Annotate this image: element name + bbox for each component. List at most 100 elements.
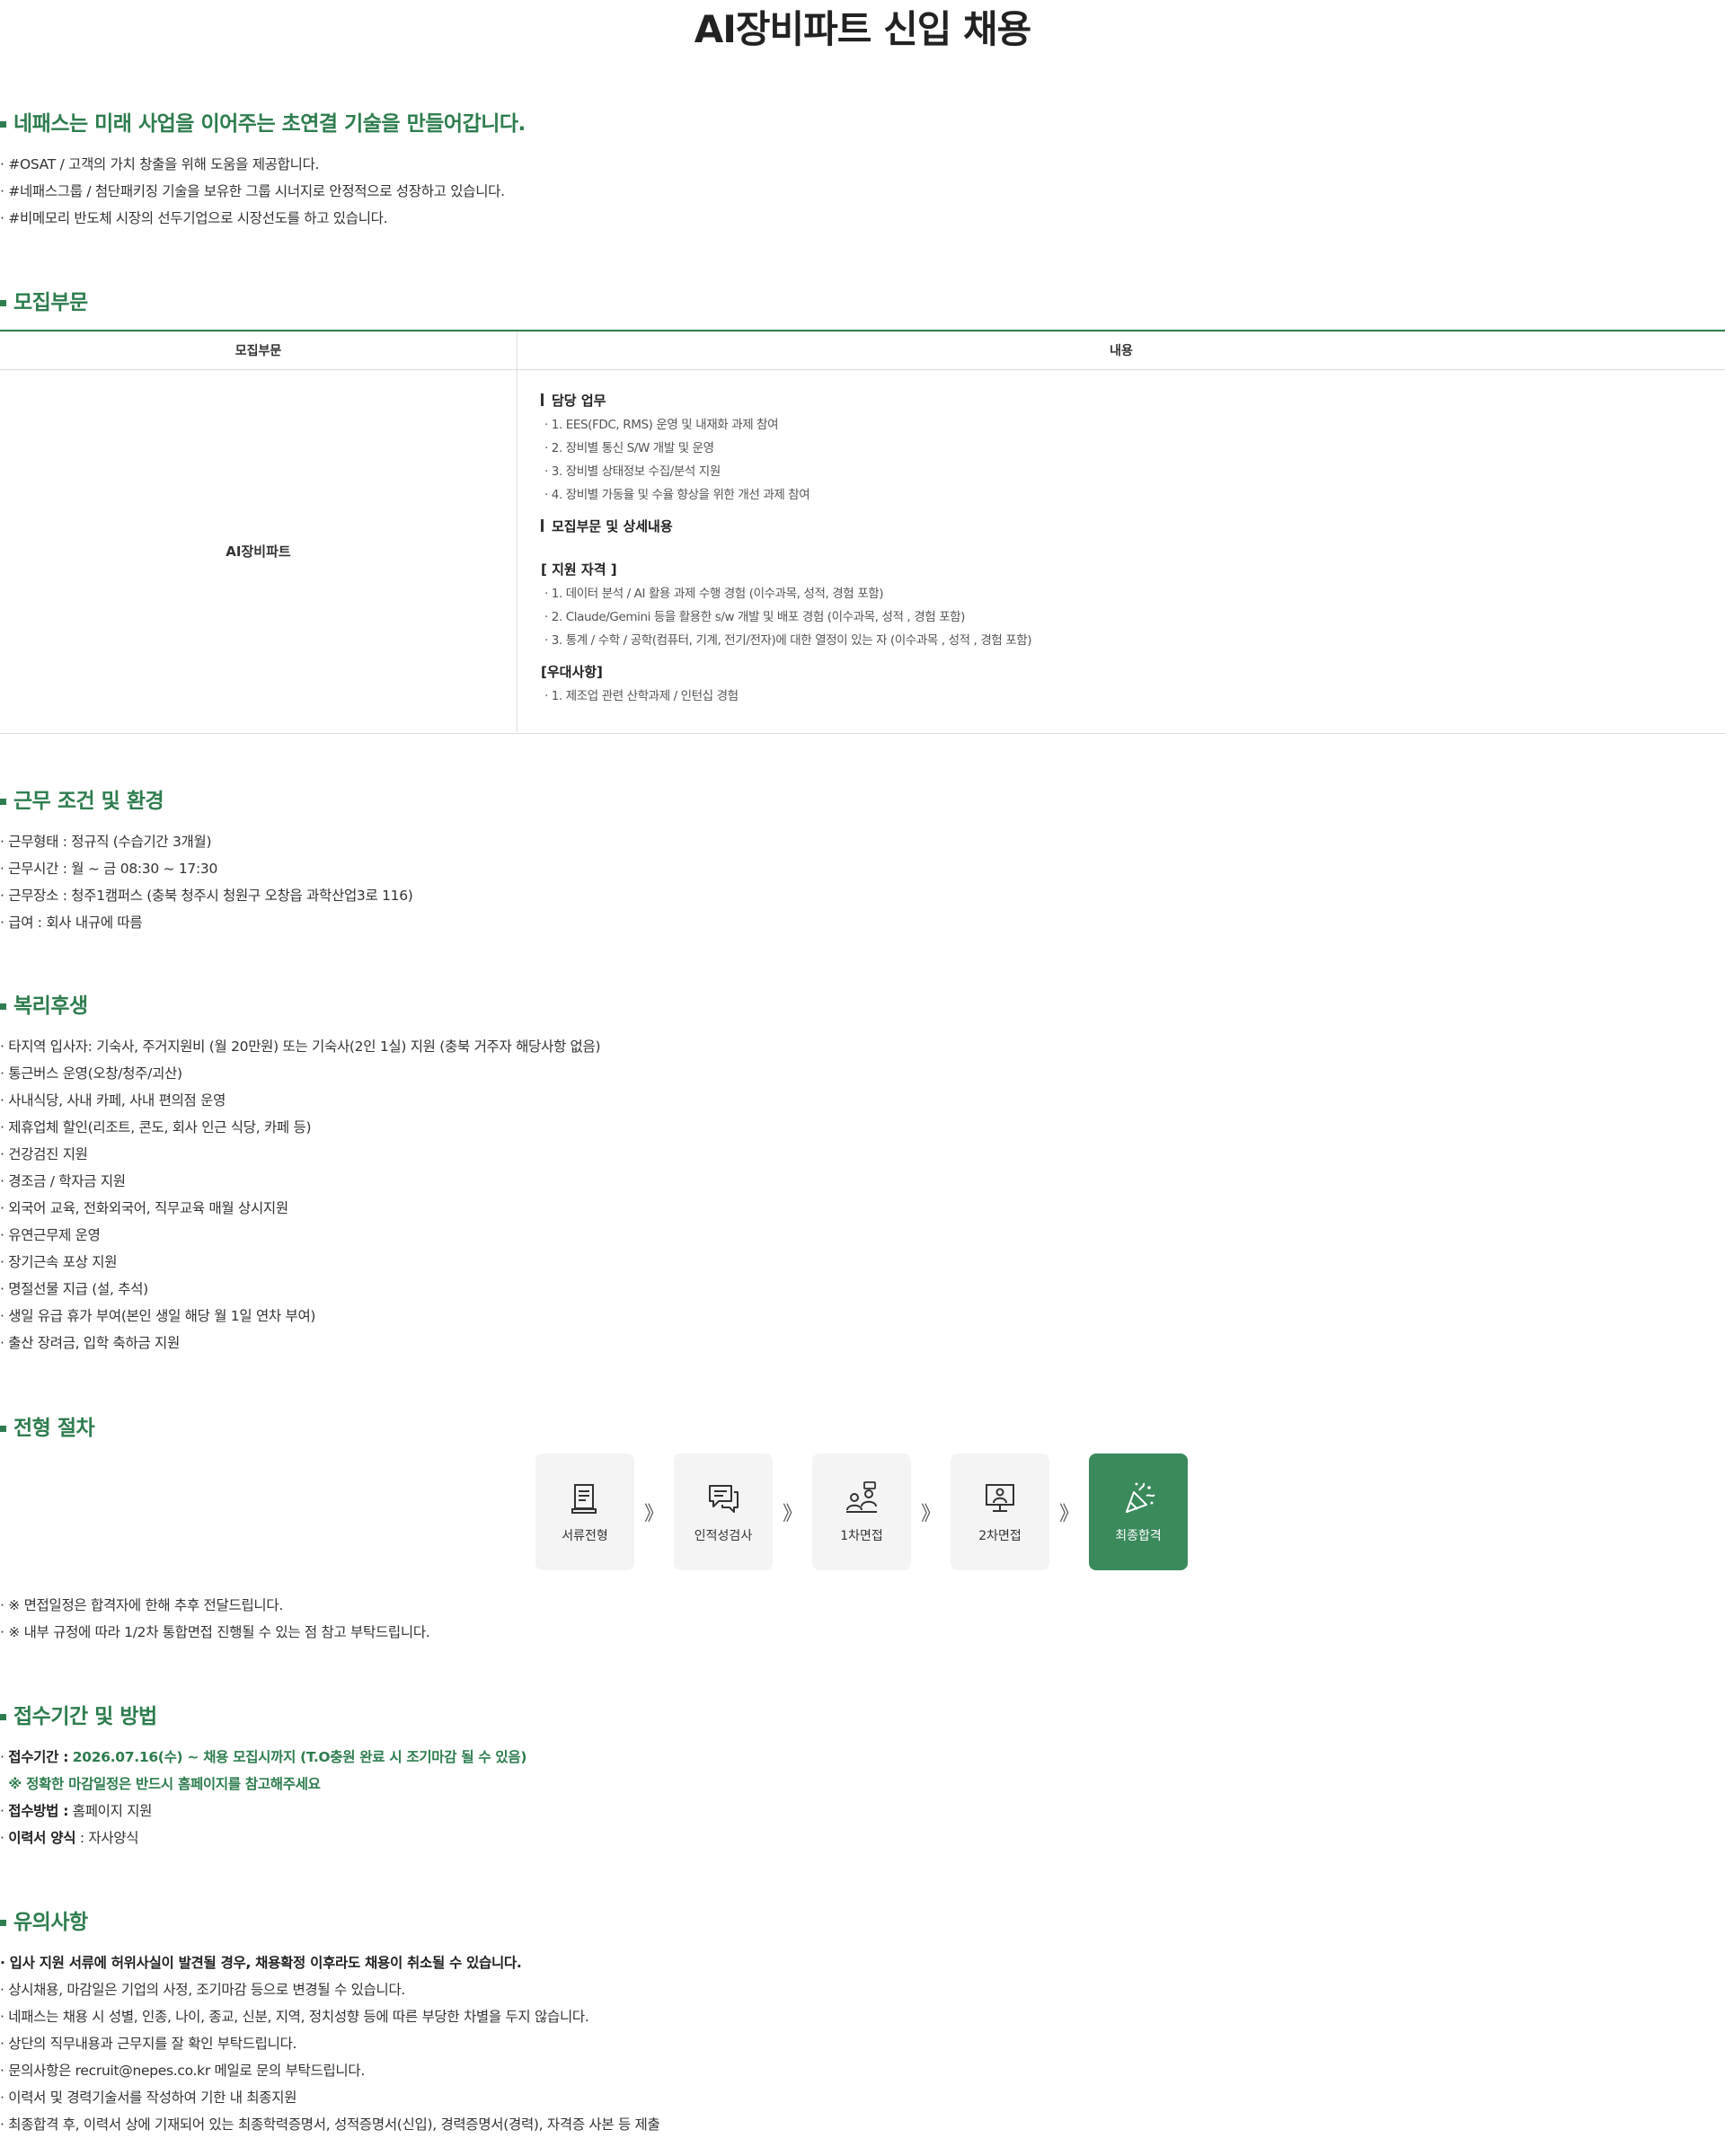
square-bullet-icon [0, 1713, 6, 1720]
step-label: 최종합격 [1115, 1529, 1162, 1543]
list-item: · 건강검진 지원 [0, 1146, 88, 1162]
step-label: 서류전형 [562, 1529, 608, 1543]
apply-method: · 접수방법 : 홈페이지 지원 [0, 1803, 153, 1819]
list-item: · 사내식당, 사내 카페, 사내 편의점 운영 [0, 1092, 226, 1109]
intro-list: · #OSAT / 고객의 가치 창출을 위해 도움을 제공합니다. · #네패… [0, 151, 1725, 232]
list-item: · 출산 장려금, 입학 축하금 지원 [0, 1335, 180, 1351]
chevron-right-icon: 》 [782, 1503, 802, 1525]
process-section: 전형 절차 [0, 1415, 1725, 1442]
list-item: · 명절선물 지급 (설, 추석) [0, 1281, 148, 1297]
notice-section: 유의사항 · 입사 지원 서류에 허위사실이 발견될 경우, 채용확정 이후라도… [0, 1909, 1725, 2138]
recruit-heading-text: 모집부문 [13, 291, 88, 314]
list-item: · #OSAT / 고객의 가치 창출을 위해 도움을 제공합니다. [0, 156, 320, 172]
step-label: 2차면접 [978, 1529, 1022, 1543]
square-bullet-icon [0, 1003, 6, 1010]
qual-title: [ 지원 자격 ] [541, 561, 617, 578]
work-heading: 근무 조건 및 환경 [0, 788, 1725, 815]
list-item: · 1. 데이터 분석 / AI 활용 과제 수행 경험 (이수과목, 성적, … [544, 587, 884, 601]
list-item: · 급여 : 회사 내규에 따름 [0, 915, 143, 931]
chevron-right-icon: 》 [920, 1503, 941, 1525]
step-first-interview: 1차면접 [812, 1454, 911, 1570]
period-label: 접수기간 : [8, 1749, 69, 1765]
list-item: · 문의사항은 recruit@nepes.co.kr 메일로 문의 부탁드립니… [0, 2063, 365, 2079]
notice-heading-text: 유의사항 [13, 1911, 88, 1934]
list-item: · 근무형태 : 정규직 (수습기간 3개월) [0, 834, 212, 850]
list-item: · 3. 통계 / 수학 / 공학(컴퓨터, 기계, 전기/전자)에 대한 열정… [544, 633, 1032, 648]
list-item: · 네패스는 채용 시 성별, 인종, 나이, 종교, 신분, 지역, 정치성향… [0, 2009, 589, 2025]
welfare-list: · 타지역 입사자: 기숙사, 주거지원비 (월 20만원) 또는 기숙사(2인… [0, 1033, 1725, 1356]
square-bullet-icon [0, 120, 6, 128]
form-label: 이력서 양식 [8, 1830, 76, 1846]
dept-cell: AI장비파트 [0, 370, 518, 732]
detail-title: 모집부문 및 상세내용 [541, 514, 1725, 539]
apply-period: · 접수기간 : 2026.07.16(수) ~ 채용 모집시까지 (T.O충원… [0, 1749, 527, 1765]
notice-first: · 입사 지원 서류에 허위사실이 발견될 경우, 채용확정 이후라도 채용이 … [0, 1955, 522, 1971]
work-list: · 근무형태 : 정규직 (수습기간 3개월) · 근무시간 : 월 ~ 금 0… [0, 828, 1725, 936]
table-row: AI장비파트 담당 업무 · 1. EES(FDC, RMS) 운영 및 내재화… [0, 370, 1725, 732]
period-note: ※ 정확한 마감일정은 반드시 홈페이지를 참고해주세요 [8, 1776, 321, 1792]
list-item: · 통근버스 운영(오창/청주/괴산) [0, 1065, 182, 1082]
period-value: 2026.07.16(수) ~ 채용 모집시까지 (T.O충원 완료 시 조기마… [72, 1749, 527, 1765]
header-dept: 모집부문 [0, 331, 518, 369]
notice-heading: 유의사항 [0, 1909, 1725, 1936]
list-item: · 근무시간 : 월 ~ 금 08:30 ~ 17:30 [0, 861, 218, 877]
step-final-pass: 최종합격 [1089, 1454, 1188, 1570]
list-item: · ※ 내부 규정에 따라 1/2차 통합면접 진행될 수 있는 점 참고 부탁… [0, 1624, 430, 1640]
list-item: · 2. Claude/Gemini 등을 활용한 s/w 개발 및 배포 경험… [544, 610, 966, 624]
apply-heading: 접수기간 및 방법 [0, 1703, 1725, 1730]
list-item: · #비메모리 반도체 시장의 선두기업으로 시장선도를 하고 있습니다. [0, 210, 388, 226]
interview-icon [846, 1481, 877, 1513]
intro-section: 네패스는 미래 사업을 이어주는 초연결 기술을 만들어갑니다. · #OSAT… [0, 110, 1725, 232]
welfare-heading-text: 복리후생 [13, 994, 88, 1018]
list-item: · 이력서 및 경력기술서를 작성하여 기한 내 최종지원 [0, 2090, 297, 2106]
recruit-section: 모집부문 [0, 289, 1725, 316]
recruit-heading: 모집부문 [0, 289, 1725, 316]
work-heading-text: 근무 조건 및 환경 [13, 790, 164, 813]
list-item: · 2. 장비별 통신 S/W 개발 및 운영 [544, 441, 714, 455]
list-item: · 4. 장비별 가동율 및 수율 향상을 위한 개선 과제 참여 [544, 488, 810, 502]
process-steps: 서류전형 》 인적성검사 》 1차면접 》 2차면접 》 최종합격 [535, 1454, 1188, 1570]
form-value: : 자사양식 [79, 1830, 139, 1846]
list-item: · 외국어 교육, 전화외국어, 직무교육 매월 상시지원 [0, 1200, 288, 1216]
pref-title: [우대사항] [541, 664, 603, 680]
celebration-icon [1126, 1482, 1155, 1513]
list-item: · 제휴업체 할인(리조트, 콘도, 회사 인근 식당, 카페 등) [0, 1119, 312, 1135]
chevron-right-icon: 》 [1058, 1503, 1079, 1525]
table-header-row: 모집부문 내용 [0, 331, 1725, 370]
list-item: · 최종합격 후, 이력서 상에 기재되어 있는 최종학력증명서, 성적증명서(… [0, 2116, 660, 2133]
list-item: · 1. EES(FDC, RMS) 운영 및 내재화 과제 참여 [544, 418, 779, 432]
apply-section: 접수기간 및 방법 · 접수기간 : 2026.07.16(수) ~ 채용 모집… [0, 1703, 1725, 1851]
list-item: · 경조금 / 학자금 지원 [0, 1173, 126, 1189]
step-aptitude-test: 인적성검사 [674, 1454, 773, 1570]
list-item: · 상시채용, 마감일은 기업의 사정, 조기마감 등으로 변경될 수 있습니다… [0, 1982, 406, 1998]
process-heading: 전형 절차 [0, 1415, 1725, 1442]
list-item: · 장기근속 포상 지원 [0, 1254, 118, 1270]
process-notes: · ※ 면접일정은 합격자에 한해 추후 전달드립니다. · ※ 내부 규정에 … [0, 1592, 1725, 1646]
step-label: 인적성검사 [694, 1529, 753, 1543]
welfare-heading: 복리후생 [0, 993, 1725, 1020]
monitor-person-icon [986, 1484, 1014, 1512]
intro-heading-text: 네패스는 미래 사업을 이어주는 초연결 기술을 만들어갑니다. [13, 112, 526, 136]
duty-title-text: 담당 업무 [552, 393, 606, 409]
apply-heading-text: 접수기간 및 방법 [13, 1705, 157, 1728]
square-bullet-icon [0, 299, 6, 306]
list-item: · 유연근무제 운영 [0, 1227, 101, 1243]
step-second-interview: 2차면접 [951, 1454, 1049, 1570]
list-item: · ※ 면접일정은 합격자에 한해 추후 전달드립니다. [0, 1597, 283, 1613]
page-title: AI장비파트 신입 채용 [694, 7, 1032, 51]
step-document-screening: 서류전형 [535, 1454, 634, 1570]
pref-list: · 1. 제조업 관련 산학과제 / 인턴십 경험 [541, 685, 1725, 708]
method-label: 접수방법 : [8, 1803, 69, 1819]
method-value: 홈페이지 지원 [72, 1803, 153, 1819]
work-section: 근무 조건 및 환경 · 근무형태 : 정규직 (수습기간 3개월) · 근무시… [0, 788, 1725, 936]
list-item: · 타지역 입사자: 기숙사, 주거지원비 (월 20만원) 또는 기숙사(2인… [0, 1038, 601, 1055]
apply-form: · 이력서 양식 : 자사양식 [0, 1830, 139, 1846]
list-item: · #네패스그룹 / 첨단패키징 기술을 보유한 그룹 시너지로 안정적으로 성… [0, 183, 505, 199]
list-item: · 3. 장비별 상태정보 수집/분석 지원 [544, 464, 721, 479]
duty-title: 담당 업무 [541, 388, 1725, 413]
apply-list: · 접수기간 : 2026.07.16(수) ~ 채용 모집시까지 (T.O충원… [0, 1744, 1725, 1851]
chat-icon [709, 1485, 739, 1513]
list-item: · 근무장소 : 청주1캠퍼스 (충북 청주시 청원구 오창읍 과학산업3로 1… [0, 888, 413, 904]
square-bullet-icon [0, 1919, 6, 1926]
intro-heading: 네패스는 미래 사업을 이어주는 초연결 기술을 만들어갑니다. [0, 110, 1725, 137]
